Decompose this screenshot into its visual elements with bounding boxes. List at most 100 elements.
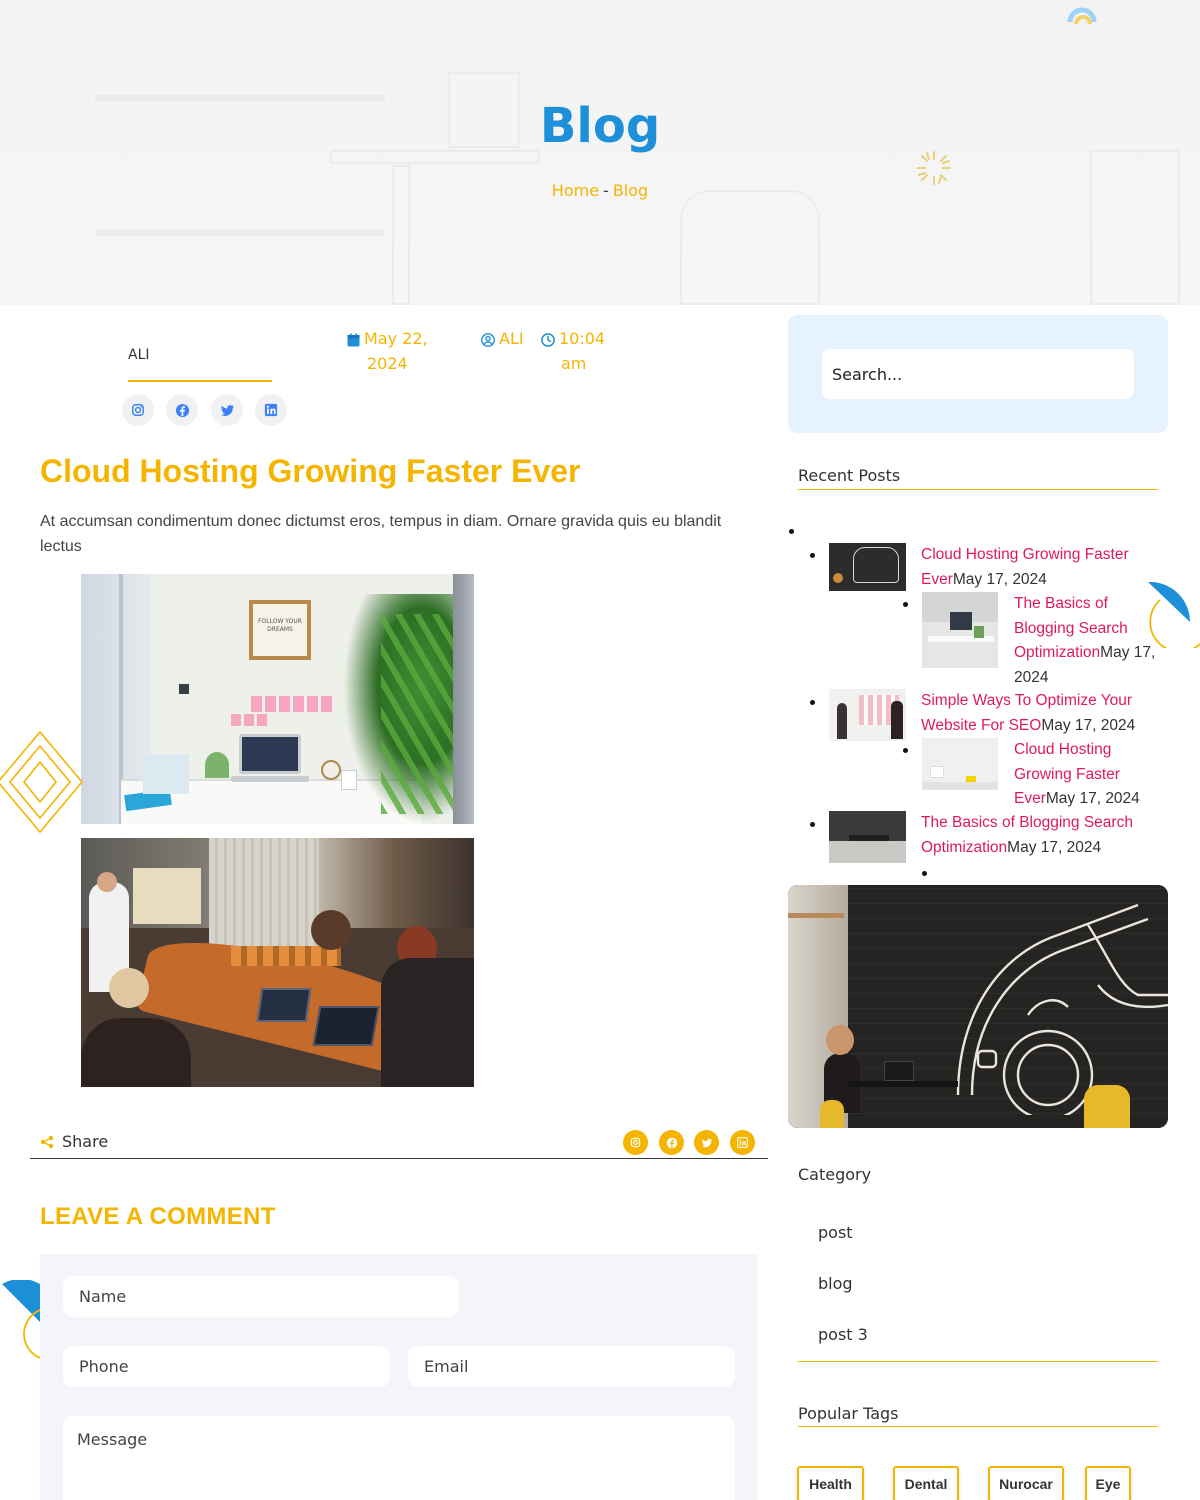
share-facebook-button[interactable] [659,1130,684,1155]
twitter-icon [220,404,234,416]
thumb-floor [829,841,906,863]
recent-post-title[interactable]: Optimization [1014,644,1100,661]
share-instagram-button[interactable] [623,1130,648,1155]
half-circle-decoration-icon [2,1280,41,1359]
author-underline [128,380,272,382]
recent-post-title[interactable]: The Basics of [1014,595,1108,612]
recent-post-title[interactable]: Simple Ways To Optimize Your [921,692,1132,709]
attendee-back [81,1018,191,1087]
recent-post-title[interactable]: Growing Faster [1014,766,1120,783]
share-bar[interactable]: Share [40,1132,108,1151]
thumb-drawing [853,547,899,583]
list-bullet [810,700,815,705]
laptop [312,1006,380,1046]
recent-post-title[interactable]: Ever [921,571,953,588]
tag-nurocar[interactable]: Nurocar [988,1466,1064,1500]
name-field[interactable] [63,1276,459,1317]
category-item-blog[interactable]: blog [818,1274,853,1293]
share-twitter-button[interactable] [694,1130,719,1155]
post-date-line1: May 22, [364,329,428,348]
recent-post-title[interactable]: Optimization [921,839,1007,856]
category-title: Category [798,1165,872,1184]
tag-eye[interactable]: Eye [1085,1466,1131,1500]
laptop-base [231,776,309,782]
recent-post-title[interactable]: The Basics of Blogging Search [921,814,1133,831]
author-twitter-link[interactable] [211,394,243,426]
tag-dental[interactable]: Dental [893,1466,959,1500]
post-time: 10:04 am [541,326,605,376]
mural-line-art [956,903,1168,1115]
popular-tags-title: Popular Tags [798,1404,899,1423]
post-time-line2: am [561,354,587,373]
category-item-post[interactable]: post [818,1223,853,1242]
recent-post-title[interactable]: Blogging Search [1014,620,1128,637]
author-name: ALI [128,347,150,363]
author-linkedin-link[interactable] [255,394,287,426]
thumb-person [891,701,903,739]
recent-post-thumbnail[interactable] [922,592,998,668]
thumb-table [849,835,889,841]
author-instagram-link[interactable] [122,394,154,426]
clock-icon [541,332,555,347]
post-date: May 22, 2024 [347,326,428,376]
thumb-floor [922,782,998,790]
recent-post-item[interactable]: Simple Ways To Optimize Your Website For … [921,689,1161,738]
recent-post-thumbnail[interactable] [829,811,906,863]
recent-post-item[interactable]: The Basics of Blogging Search Optimizatio… [921,811,1161,860]
recent-post-thumbnail[interactable] [922,738,998,790]
list-bullet [903,602,908,607]
breadcrumb: Home - Blog [0,181,1200,200]
share-divider [30,1158,768,1159]
post-author: ALI [481,326,524,351]
phone-field[interactable] [63,1346,390,1387]
recent-post-title[interactable]: Cloud Hosting [1014,741,1111,758]
linkedin-icon [737,1137,748,1148]
page-hero: Blog Home - Blog [0,0,1200,305]
door-frame [453,574,474,824]
thumb-object [930,766,944,778]
recent-post-item[interactable]: Cloud Hosting Growing Faster EverMay 17, 2… [1014,738,1174,812]
recent-post-thumbnail[interactable] [829,689,906,741]
recent-post-thumbnail[interactable] [829,543,906,591]
author-facebook-link[interactable] [166,394,198,426]
recent-post-date: May 17, 2024 [1045,790,1140,807]
window-blinds [209,838,319,948]
thumb-desk [928,636,994,642]
email-field[interactable] [408,1346,735,1387]
desk [848,1081,958,1087]
desk-clock [321,760,341,780]
post-time-line1: 10:04 [559,329,606,348]
yellow-chair [1084,1085,1130,1128]
recent-post-title[interactable]: Website For SEO [921,717,1041,734]
share-linkedin-button[interactable] [730,1130,755,1155]
laptop-screen [239,734,301,774]
breadcrumb-separator: - [603,181,609,200]
sidebar-search-input[interactable] [822,349,1134,399]
presenter-head [97,872,117,892]
user-icon [481,332,495,347]
message-field[interactable] [63,1416,735,1500]
list-bullet [903,748,908,753]
attendee-chair [381,958,474,1087]
desk-plant [205,752,229,778]
recent-post-date: May 17, 2024 [1041,716,1136,734]
desk-organizer [143,754,189,794]
list-bullet [922,871,927,876]
sticky-notes [231,714,267,726]
half-circle-decoration-icon [1148,582,1200,648]
breadcrumb-home-link[interactable]: Home [552,181,599,200]
category-underline [798,1361,1158,1362]
bamboo-leaves [381,614,461,814]
instagram-icon [132,404,144,416]
facebook-icon [175,403,189,417]
post-excerpt: At accumsan condimentum donec dictumst e… [40,513,722,555]
list-bullet [810,553,815,558]
category-item-post-3[interactable]: post 3 [818,1325,868,1344]
recent-post-title[interactable]: Cloud Hosting Growing Faster [921,546,1129,563]
hero-bg-chair [680,190,820,305]
facebook-icon [666,1137,677,1148]
post-title: Cloud Hosting Growing Faster Ever [40,453,581,489]
recent-post-title[interactable]: Ever [1014,790,1046,807]
recent-post-item[interactable]: Cloud Hosting Growing Faster EverMay 17, … [921,543,1161,592]
tag-health[interactable]: Health [797,1466,864,1500]
